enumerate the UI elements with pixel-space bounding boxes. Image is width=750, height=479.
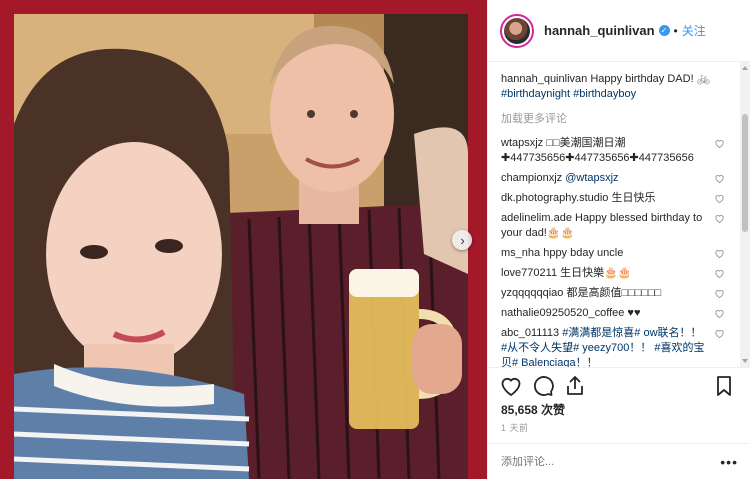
heart-icon[interactable]	[714, 288, 725, 299]
comment-text: hppy bday uncle	[543, 247, 624, 259]
comments-scrollbar[interactable]	[740, 62, 750, 367]
comment-item: ms_nha hppy bday uncle	[501, 246, 741, 261]
scroll-thumb[interactable]	[742, 114, 748, 232]
comment-item: championxjz @wtapsxjz	[501, 171, 741, 186]
caption: hannah_quinlivan Happy birthday DAD! 🚲 #…	[501, 72, 741, 102]
photo-frame: ›	[0, 0, 487, 479]
follow-button[interactable]: 关注	[682, 22, 706, 39]
heart-icon[interactable]	[714, 268, 725, 279]
verified-icon: ✓	[658, 25, 670, 36]
comment-username[interactable]: ms_nha	[501, 247, 540, 259]
comment-username[interactable]: wtapsxjz	[501, 137, 543, 149]
next-photo-button[interactable]: ›	[452, 230, 472, 250]
comment-username[interactable]: dk.photography.studio	[501, 192, 608, 204]
comment-item: yzqqqqqqiao 都是高颜值□□□□□□	[501, 286, 741, 301]
post-photo	[14, 14, 468, 479]
scroll-down-arrow[interactable]	[742, 359, 748, 363]
heart-icon[interactable]	[499, 374, 523, 398]
comment-icon[interactable]	[531, 374, 555, 398]
scroll-up-arrow[interactable]	[742, 66, 748, 70]
comment-username[interactable]: championxjz	[501, 172, 562, 184]
more-options-icon[interactable]: •••	[720, 454, 738, 470]
comment-text: ♥♥	[627, 307, 641, 319]
comment-username[interactable]: abc_011113	[501, 327, 559, 339]
action-bar	[488, 367, 750, 403]
comment-username[interactable]: adelinelim.ade	[501, 212, 572, 224]
selfie-image	[14, 14, 468, 479]
comment-text: 生日快樂🎂🎂	[560, 267, 632, 279]
comment-mention[interactable]: @wtapsxjz	[565, 172, 618, 184]
share-icon[interactable]	[563, 374, 587, 398]
comment-text: 都是高颜值□□□□□□	[566, 287, 662, 299]
comment-item: abc_011113 #满满都是惊喜# ow联名！！ #从不令人失望# yeez…	[501, 326, 741, 367]
avatar[interactable]	[500, 13, 534, 48]
comment-item: adelinelim.ade Happy blessed birthday to…	[501, 211, 741, 241]
bookmark-icon[interactable]	[712, 374, 736, 398]
comment-username[interactable]: nathalie09250520_coffee	[501, 307, 624, 319]
header-separator: •	[673, 23, 678, 38]
caption-username[interactable]: hannah_quinlivan	[501, 73, 587, 85]
post-details-panel: hannah_quinlivan ✓ • 关注 hannah_quinlivan…	[487, 0, 750, 479]
caption-tags[interactable]: #birthdaynight #birthdayboy	[501, 88, 636, 100]
load-more-comments[interactable]: 加载更多评论	[501, 112, 741, 127]
heart-icon[interactable]	[714, 308, 725, 319]
heart-icon[interactable]	[714, 328, 725, 339]
comment-item: nathalie09250520_coffee ♥♥	[501, 306, 741, 321]
chevron-right-icon: ›	[460, 232, 465, 248]
heart-icon[interactable]	[714, 213, 725, 224]
comment-item: dk.photography.studio 生日快乐	[501, 191, 741, 206]
like-count[interactable]: 85,658 次赞	[501, 401, 565, 418]
comment-username[interactable]: yzqqqqqqiao	[501, 287, 563, 299]
add-comment-bar: •••	[488, 443, 750, 479]
comment-input[interactable]	[501, 455, 721, 468]
heart-icon[interactable]	[714, 138, 725, 149]
header-username[interactable]: hannah_quinlivan	[544, 23, 655, 38]
heart-icon[interactable]	[714, 248, 725, 259]
comments-list[interactable]: hannah_quinlivan Happy birthday DAD! 🚲 #…	[488, 62, 741, 367]
post-header: hannah_quinlivan ✓ • 关注	[488, 0, 750, 62]
heart-icon[interactable]	[714, 193, 725, 204]
comment-item: love770211 生日快樂🎂🎂	[501, 266, 741, 281]
caption-text: Happy birthday DAD! 🚲	[590, 73, 711, 85]
comment-item: wtapsxjz □□美潮国潮日潮 ✚447735656✚447735656✚4…	[501, 136, 741, 166]
post-time[interactable]: 1 天前	[501, 421, 529, 434]
heart-icon[interactable]	[714, 173, 725, 184]
comment-username[interactable]: love770211	[501, 267, 557, 279]
comment-text: 生日快乐	[611, 192, 656, 204]
